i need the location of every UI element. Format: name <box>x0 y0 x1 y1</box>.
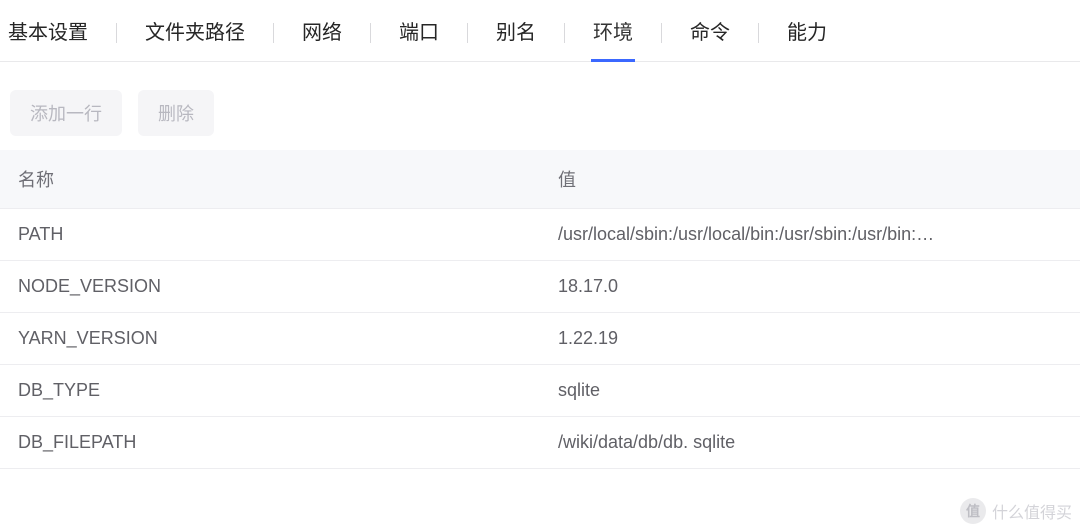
env-name-cell: PATH <box>0 209 540 261</box>
env-table: 名称 值 PATH/usr/local/sbin:/usr/local/bin:… <box>0 150 1080 469</box>
tab-separator <box>273 23 274 43</box>
env-value-cell: sqlite <box>540 365 1080 417</box>
tab-folder[interactable]: 文件夹路径 <box>143 16 247 62</box>
tab-capability[interactable]: 能力 <box>785 16 829 62</box>
tab-separator <box>467 23 468 43</box>
tab-env[interactable]: 环境 <box>591 16 635 62</box>
env-value-cell: 1.22.19 <box>540 313 1080 365</box>
tab-separator <box>758 23 759 43</box>
table-row[interactable]: DB_FILEPATH/wiki/data/db/db. sqlite <box>0 417 1080 469</box>
tab-alias[interactable]: 别名 <box>494 16 538 62</box>
table-row[interactable]: YARN_VERSION1.22.19 <box>0 313 1080 365</box>
tab-network[interactable]: 网络 <box>300 16 344 62</box>
watermark: 值 什么值得买 <box>960 498 1072 524</box>
env-name-cell: NODE_VERSION <box>0 261 540 313</box>
tabs-bar: 基本设置 文件夹路径 网络 端口 别名 环境 命令 能力 <box>0 0 1080 62</box>
add-row-button[interactable]: 添加一行 <box>10 90 122 136</box>
toolbar: 添加一行 删除 <box>0 62 1080 150</box>
tab-separator <box>116 23 117 43</box>
env-name-cell: YARN_VERSION <box>0 313 540 365</box>
column-header-name[interactable]: 名称 <box>0 150 540 209</box>
delete-button[interactable]: 删除 <box>138 90 214 136</box>
tab-separator <box>661 23 662 43</box>
watermark-text: 什么值得买 <box>992 499 1072 523</box>
watermark-badge: 值 <box>960 498 986 524</box>
env-value-cell: /usr/local/sbin:/usr/local/bin:/usr/sbin… <box>540 209 1080 261</box>
env-value-cell: /wiki/data/db/db. sqlite <box>540 417 1080 469</box>
tab-basic[interactable]: 基本设置 <box>6 16 90 62</box>
env-name-cell: DB_TYPE <box>0 365 540 417</box>
tab-port[interactable]: 端口 <box>397 16 441 62</box>
table-row[interactable]: PATH/usr/local/sbin:/usr/local/bin:/usr/… <box>0 209 1080 261</box>
tab-separator <box>370 23 371 43</box>
tab-separator <box>564 23 565 43</box>
column-header-value[interactable]: 值 <box>540 150 1080 209</box>
env-name-cell: DB_FILEPATH <box>0 417 540 469</box>
table-row[interactable]: NODE_VERSION18.17.0 <box>0 261 1080 313</box>
tab-command[interactable]: 命令 <box>688 16 732 62</box>
table-row[interactable]: DB_TYPEsqlite <box>0 365 1080 417</box>
env-value-cell: 18.17.0 <box>540 261 1080 313</box>
